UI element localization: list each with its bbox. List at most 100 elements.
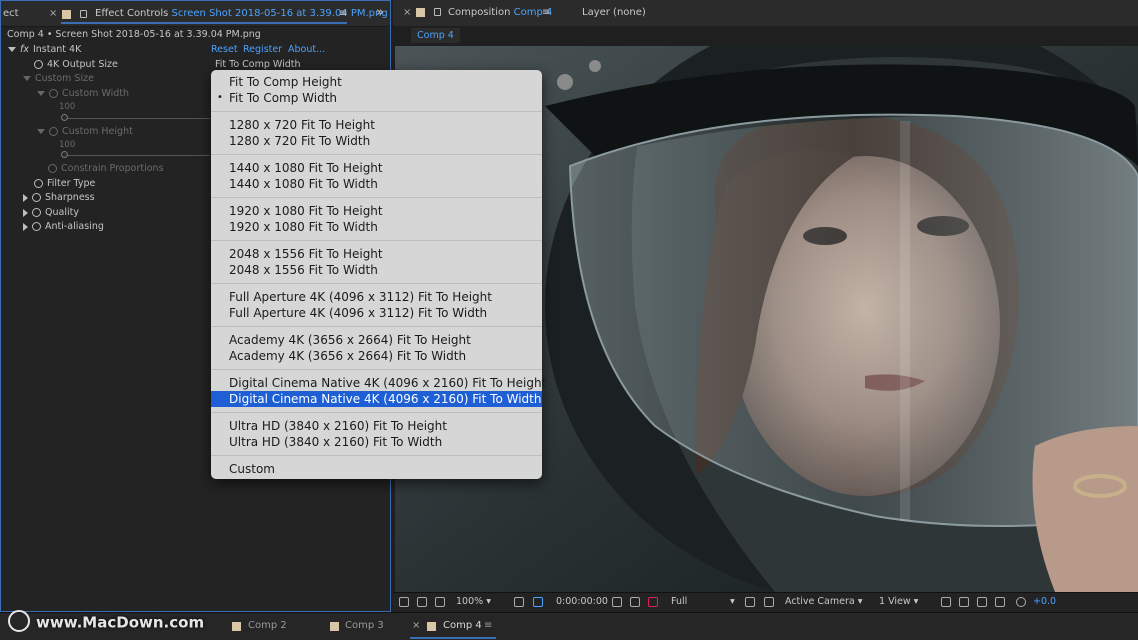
about-button[interactable]: About... [288, 44, 325, 58]
stopwatch-icon[interactable] [49, 89, 58, 98]
macdown-logo-icon [8, 610, 30, 632]
toggle-transparency-icon[interactable] [764, 597, 774, 607]
color-channels-icon[interactable] [648, 597, 658, 607]
tab-comp-3[interactable]: Comp 3 [345, 620, 384, 631]
effect-header-row[interactable]: fx Instant 4K [8, 44, 81, 58]
panel-color-swatch-icon [62, 10, 71, 19]
custom-size-label: Custom Size [35, 73, 94, 84]
menu-item[interactable]: Full Aperture 4K (4096 x 3112) Fit To Wi… [211, 305, 542, 321]
stopwatch-icon[interactable] [34, 60, 43, 69]
panel-menu-icon[interactable]: ≡ [542, 7, 550, 18]
camera-snapshot-icon[interactable] [612, 597, 622, 607]
flowchart-icon[interactable] [995, 597, 1005, 607]
stopwatch-icon[interactable] [32, 208, 41, 217]
expand-triangle-icon[interactable] [37, 129, 45, 134]
zoom-dropdown[interactable]: 100% ▾ [456, 596, 491, 607]
stopwatch-icon[interactable] [49, 127, 58, 136]
panel-menu-icon[interactable]: ≡ [339, 8, 347, 19]
always-preview-icon[interactable] [399, 597, 409, 607]
filter-type-row: Filter Type [34, 178, 95, 192]
overflow-chevron-icon[interactable]: » [376, 5, 384, 20]
panel-color-swatch-icon [416, 8, 425, 17]
region-of-interest-icon[interactable] [745, 597, 755, 607]
menu-item[interactable]: 1440 x 1080 Fit To Height [211, 160, 542, 176]
transparency-grid-icon[interactable] [533, 597, 543, 607]
menu-item[interactable]: 1280 x 720 Fit To Width [211, 133, 542, 149]
menu-item[interactable]: Academy 4K (3656 x 2664) Fit To Height [211, 332, 542, 348]
output-size-value: Fit To Comp Width [215, 59, 301, 70]
grid-guides-icon[interactable] [514, 597, 524, 607]
expand-triangle-icon[interactable] [37, 91, 45, 96]
stopwatch-icon[interactable] [32, 222, 41, 231]
panel-menu-icon[interactable]: ≡ [484, 620, 492, 631]
menu-item[interactable]: 1280 x 720 Fit To Height [211, 117, 542, 133]
resolution-value: Full [671, 596, 688, 607]
close-tab-icon[interactable]: × [403, 7, 411, 18]
custom-height-slider[interactable] [65, 155, 210, 156]
mask-visibility-icon[interactable] [435, 597, 445, 607]
effect-name: Instant 4K [32, 44, 82, 55]
truncated-tab-label[interactable]: ect [3, 8, 19, 19]
custom-width-slider[interactable] [65, 118, 210, 119]
reset-button[interactable]: Reset [211, 44, 238, 58]
tab-layer[interactable]: Layer (none) [582, 7, 646, 18]
tab-comp-4[interactable]: Comp 4 [443, 620, 482, 631]
menu-separator [211, 197, 542, 198]
fx-icon[interactable]: fx [20, 44, 29, 55]
custom-width-slider-handle[interactable] [61, 114, 68, 121]
resolution-dropdown[interactable]: Full [671, 596, 687, 607]
camera-dropdown[interactable]: Active Camera ▾ [785, 596, 862, 607]
tab-comp-2[interactable]: Comp 2 [248, 620, 287, 631]
comp-navigator-tab[interactable]: Comp 4 [411, 28, 460, 43]
menu-item[interactable]: Custom [211, 461, 542, 477]
timeline-icon[interactable] [977, 597, 987, 607]
menu-item[interactable]: Ultra HD (3840 x 2160) Fit To Width [211, 434, 542, 450]
stopwatch-icon[interactable] [34, 179, 43, 188]
menu-item[interactable]: 1440 x 1080 Fit To Width [211, 176, 542, 192]
close-tab-icon[interactable]: × [412, 620, 420, 631]
exposure-value[interactable]: +0.0 [1033, 596, 1056, 607]
tab-composition[interactable]: Composition Comp 4 [448, 7, 552, 18]
collapsed-triangle-icon[interactable] [23, 222, 28, 231]
antialiasing-row: Anti-aliasing [23, 221, 104, 235]
menu-item[interactable]: Full Aperture 4K (4096 x 3112) Fit To He… [211, 289, 542, 305]
monitor-icon[interactable] [417, 597, 427, 607]
lock-icon[interactable] [434, 8, 441, 16]
pixel-aspect-icon[interactable] [941, 597, 951, 607]
watermark-text: www.MacDown.com [36, 613, 205, 632]
output-size-dropdown-menu[interactable]: Fit To Comp Height • Fit To Comp Width 1280… [211, 70, 546, 479]
output-size-row: 4K Output Size [34, 59, 118, 73]
menu-item[interactable]: 2048 x 1556 Fit To Width [211, 262, 542, 278]
show-snapshot-icon[interactable] [630, 597, 640, 607]
composition-label: Composition [448, 7, 511, 18]
checkmark-bullet-icon: • [217, 92, 223, 103]
close-tab-icon[interactable]: × [49, 8, 57, 19]
menu-item[interactable]: Digital Cinema Native 4K (4096 x 2160) F… [211, 375, 546, 391]
menu-item[interactable]: Fit To Comp Height [211, 74, 542, 90]
menu-item[interactable]: Ultra HD (3840 x 2160) Fit To Height [211, 418, 542, 434]
reset-exposure-icon[interactable] [1016, 597, 1026, 607]
sharpness-row: Sharpness [23, 192, 95, 206]
lock-icon[interactable] [80, 10, 87, 18]
resolution-chevron-icon[interactable]: ▾ [730, 596, 735, 607]
timecode[interactable]: 0:00:00:00 [556, 596, 608, 607]
expand-triangle-icon[interactable] [8, 47, 16, 52]
menu-item[interactable]: Academy 4K (3656 x 2664) Fit To Width [211, 348, 542, 364]
register-button[interactable]: Register [243, 44, 282, 58]
stopwatch-icon[interactable] [48, 164, 57, 173]
custom-height-slider-handle[interactable] [61, 151, 68, 158]
menu-item[interactable]: 1920 x 1080 Fit To Height [211, 203, 542, 219]
custom-width-row: Custom Width [37, 88, 129, 102]
menu-item[interactable]: 2048 x 1556 Fit To Height [211, 246, 542, 262]
fast-previews-icon[interactable] [959, 597, 969, 607]
menu-item[interactable]: • Fit To Comp Width [211, 90, 542, 106]
menu-item[interactable]: Digital Cinema Native 4K (4096 x 2160) F… [211, 391, 542, 407]
constrain-proportions-row[interactable]: Constrain Proportions [48, 163, 164, 177]
stopwatch-icon[interactable] [32, 193, 41, 202]
expand-triangle-icon[interactable] [23, 76, 31, 81]
menu-item[interactable]: 1920 x 1080 Fit To Width [211, 219, 542, 235]
views-dropdown[interactable]: 1 View ▾ [879, 596, 918, 607]
comp-color-swatch-icon [232, 622, 241, 631]
collapsed-triangle-icon[interactable] [23, 193, 28, 202]
collapsed-triangle-icon[interactable] [23, 208, 28, 217]
